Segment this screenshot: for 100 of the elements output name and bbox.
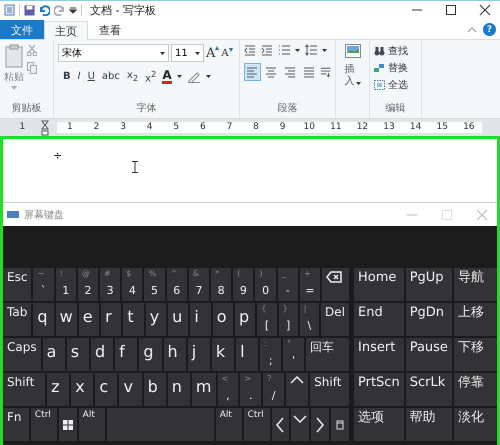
grow-font-button[interactable]: A: [206, 46, 220, 60]
letter-key[interactable]: m: [192, 373, 216, 406]
symbol-key[interactable]: > .: [240, 373, 262, 406]
font-size-select[interactable]: 11: [171, 44, 204, 62]
command-key[interactable]: Del: [320, 303, 349, 336]
backspace-key[interactable]: [322, 268, 349, 301]
letter-key[interactable]: t: [123, 303, 144, 336]
letter-key[interactable]: l: [236, 338, 258, 371]
symbol-key[interactable]: " ': [283, 338, 304, 371]
shrink-font-button[interactable]: A: [221, 48, 233, 58]
command-key[interactable]: Esc: [3, 268, 32, 301]
letter-key[interactable]: q: [33, 303, 54, 336]
letter-key[interactable]: y: [146, 303, 166, 336]
format-button[interactable]: U: [86, 71, 96, 82]
increase-indent-icon[interactable]: [261, 44, 273, 56]
file-menu-tab[interactable]: 文件: [0, 20, 44, 39]
symbol-key[interactable]: ? /: [263, 373, 284, 406]
letter-key[interactable]: g: [139, 338, 162, 371]
up-arrow-key[interactable]: [286, 373, 308, 406]
letter-key[interactable]: k: [212, 338, 234, 371]
symbol-key[interactable]: ~ `: [33, 268, 54, 301]
picture-icon[interactable]: [344, 44, 360, 58]
symbol-key[interactable]: _ -: [278, 268, 298, 301]
dropdown-icon[interactable]: [69, 6, 77, 14]
paragraph-icon[interactable]: [320, 66, 332, 78]
symbol-key[interactable]: { [: [257, 303, 277, 336]
menu-key[interactable]: [331, 408, 350, 441]
letter-key[interactable]: b: [144, 373, 166, 406]
navigation-key[interactable]: 下移: [454, 338, 497, 371]
symbol-key[interactable]: & 7: [188, 268, 210, 301]
letter-key[interactable]: i: [190, 303, 211, 336]
help-button[interactable]: ?: [483, 23, 496, 36]
navigation-key[interactable]: Pause: [406, 338, 452, 371]
letter-key[interactable]: v: [119, 373, 142, 406]
command-key[interactable]: Shift: [3, 373, 46, 406]
command-key[interactable]: Alt: [216, 408, 242, 441]
letter-key[interactable]: n: [168, 373, 190, 406]
scissors-icon[interactable]: [27, 44, 37, 56]
letter-key[interactable]: f: [115, 338, 138, 371]
navigation-key[interactable]: 帮助: [406, 408, 452, 441]
format-button[interactable]: x$_{2}$: [126, 70, 140, 84]
command-key[interactable]: Ctrl: [244, 408, 270, 441]
letter-key[interactable]: a: [42, 338, 65, 371]
command-key[interactable]: Ctrl: [30, 408, 57, 441]
symbol-key[interactable]: ) 0: [255, 268, 276, 301]
editing-button[interactable]: 全选: [374, 78, 417, 92]
line-spacing-icon[interactable]: [305, 44, 317, 56]
right-arrow-key[interactable]: [311, 408, 330, 441]
navigation-key[interactable]: PrtScn: [354, 373, 404, 406]
navigation-key[interactable]: 上移: [454, 303, 497, 336]
format-button[interactable]: abc: [100, 71, 121, 82]
letter-key[interactable]: s: [66, 338, 89, 371]
navigation-key[interactable]: PgDn: [406, 303, 452, 336]
ribbon-tab[interactable]: 主页: [44, 21, 88, 40]
letter-key[interactable]: e: [78, 303, 100, 336]
symbol-key[interactable]: | \: [300, 303, 319, 336]
letter-key[interactable]: w: [56, 303, 77, 336]
collapse-icon[interactable]: [467, 26, 477, 34]
letter-key[interactable]: z: [47, 373, 70, 406]
windows-key[interactable]: [58, 408, 77, 441]
symbol-key[interactable]: + =: [300, 268, 320, 301]
format-button[interactable]: x$^{2}$: [144, 69, 158, 84]
command-key[interactable]: Alt: [78, 408, 105, 441]
letter-key[interactable]: u: [168, 303, 188, 336]
letter-key[interactable]: o: [212, 303, 234, 336]
list-icon[interactable]: [278, 44, 290, 56]
symbol-key[interactable]: ^ 6: [166, 268, 187, 301]
down-arrow-key[interactable]: [291, 408, 310, 441]
letter-key[interactable]: d: [90, 338, 114, 371]
highlighter-icon[interactable]: [186, 70, 201, 83]
symbol-key[interactable]: $ 4: [122, 268, 142, 301]
symbol-key[interactable]: } ]: [278, 303, 298, 336]
symbol-key[interactable]: % 5: [144, 268, 165, 301]
symbol-key[interactable]: @ 2: [78, 268, 98, 301]
decrease-indent-icon[interactable]: [244, 44, 256, 56]
letter-key[interactable]: h: [164, 338, 186, 371]
symbol-key[interactable]: ( 9: [233, 268, 254, 301]
navigation-key[interactable]: 淡化: [454, 408, 497, 441]
navigation-key[interactable]: 导航: [454, 268, 497, 301]
letter-key[interactable]: x: [71, 373, 94, 406]
symbol-key[interactable]: < ,: [218, 373, 238, 406]
letter-key[interactable]: r: [101, 303, 122, 336]
editing-button[interactable]: 替换: [374, 61, 417, 75]
command-key[interactable]: Caps: [3, 338, 41, 371]
symbol-key[interactable]: # 3: [100, 268, 120, 301]
font-color-button[interactable]: A: [162, 70, 172, 84]
navigation-key[interactable]: ScrLk: [406, 373, 452, 406]
navigation-key[interactable]: 停靠: [454, 373, 497, 406]
indent-marker-icon[interactable]: [40, 120, 49, 136]
symbol-key[interactable]: * 8: [211, 268, 232, 301]
letter-key[interactable]: p: [235, 303, 256, 336]
insert-button[interactable]: 插入: [344, 64, 354, 88]
command-key[interactable]: Fn: [3, 408, 29, 441]
navigation-key[interactable]: End: [354, 303, 404, 336]
left-arrow-key[interactable]: [272, 408, 290, 441]
navigation-key[interactable]: PgUp: [406, 268, 452, 301]
command-key[interactable]: 回车: [306, 338, 349, 371]
align-button[interactable]: [244, 63, 261, 81]
navigation-key[interactable]: Insert: [354, 338, 404, 371]
ribbon-tab[interactable]: 查看: [88, 20, 132, 39]
